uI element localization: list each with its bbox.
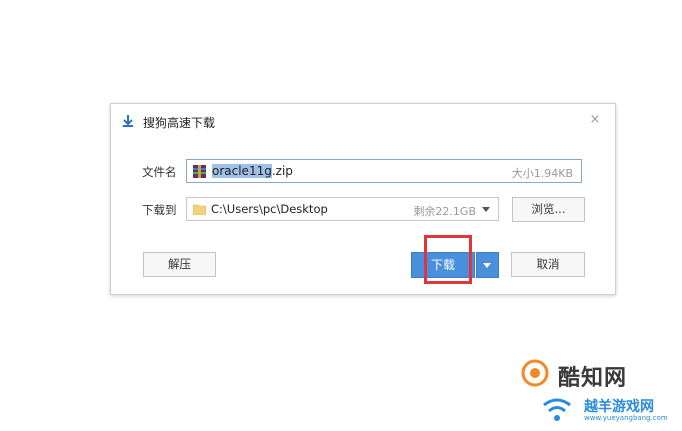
download-button[interactable]: 下载	[411, 252, 475, 278]
winrar-archive-icon	[193, 165, 206, 178]
dialog-titlebar: 搜狗高速下载 ×	[111, 104, 615, 138]
free-space-text: 剩余22.1GB	[413, 205, 476, 218]
dialog-title: 搜狗高速下载	[143, 116, 216, 130]
brand-logo-icon	[521, 359, 549, 387]
filename-extension: .zip	[271, 164, 293, 178]
filename-input[interactable]: oracle11g.zip 大小1.94KB	[186, 159, 582, 183]
download-dialog: 搜狗高速下载 × 文件名 oracle11g.zip 大小1.94KB 下载到 …	[110, 103, 616, 295]
cancel-button[interactable]: 取消	[511, 252, 585, 277]
chevron-down-icon[interactable]	[482, 207, 490, 212]
watermark-kuzhi: 酷知网	[520, 356, 662, 392]
watermark-brand1-text: 酷知网	[558, 366, 628, 391]
watermark-yueyang: 越羊游戏网 www.yueyangbang.com	[540, 392, 682, 428]
extract-button[interactable]: 解压	[143, 252, 216, 277]
folder-icon	[193, 204, 206, 215]
dropdown-arrow-icon	[483, 263, 491, 268]
download-to-label: 下载到	[142, 203, 177, 217]
close-icon[interactable]: ×	[587, 112, 603, 128]
watermark-brand2-text: 越羊游戏网	[584, 399, 654, 415]
browse-button[interactable]: 浏览...	[512, 197, 585, 222]
filename-selected-text: oracle11g	[212, 164, 272, 178]
download-arrow-icon	[123, 115, 133, 127]
download-options-dropdown[interactable]	[476, 252, 499, 278]
file-size-text: 大小1.94KB	[511, 167, 573, 180]
download-path-value: C:\Users\pc\Desktop	[211, 202, 328, 216]
filename-label: 文件名	[142, 165, 177, 179]
filename-value: oracle11g.zip	[212, 164, 293, 178]
wifi-logo-icon	[543, 398, 571, 421]
watermark-url-text: www.yueyangbang.com	[584, 414, 668, 422]
download-path-select[interactable]: C:\Users\pc\Desktop 剩余22.1GB	[186, 197, 499, 221]
